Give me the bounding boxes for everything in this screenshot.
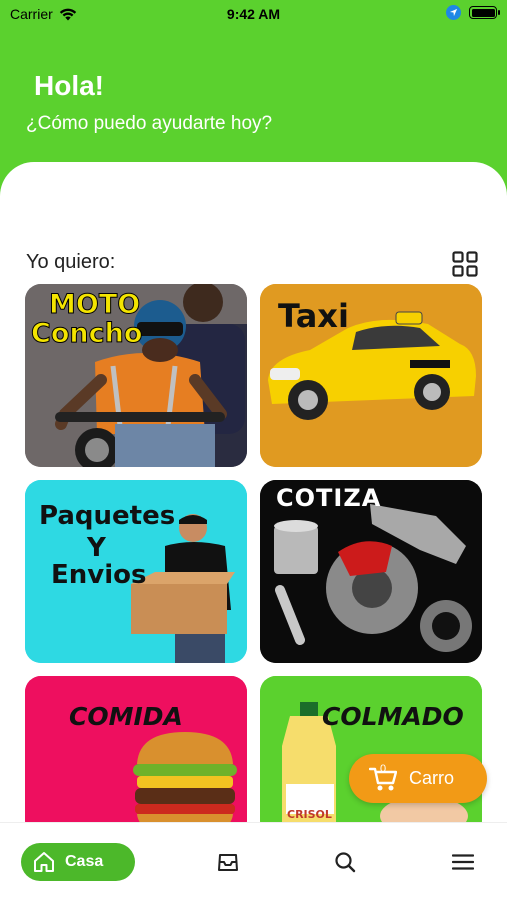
nav-home-button[interactable]: Casa (21, 843, 135, 881)
tile-cotiza[interactable]: COTIZA (260, 480, 482, 663)
tile-label-cotiza: COTIZA (276, 484, 382, 512)
tile-label-y: Y (87, 533, 106, 563)
search-icon[interactable] (334, 851, 356, 873)
nav-home-label: Casa (65, 853, 104, 870)
menu-icon[interactable] (452, 851, 474, 873)
location-icon (446, 5, 461, 20)
bottom-nav: Casa (0, 822, 507, 900)
product-label-crisol: CRISOL (287, 808, 332, 821)
section-title: Yo quiero: (26, 251, 116, 273)
burger-illustration (25, 676, 247, 836)
status-bar: Carrier 9:42 AM (0, 0, 507, 28)
tile-comida[interactable]: COMIDA (25, 676, 247, 836)
tile-label-colmado: COLMADO (322, 702, 464, 731)
tile-label-comida: COMIDA (69, 702, 183, 731)
tile-label-taxi: Taxi (278, 297, 349, 335)
greeting-title: Hola! (34, 70, 104, 101)
cart-count-badge: 0 (380, 762, 387, 775)
cart-button[interactable]: 0 Carro (349, 754, 487, 803)
tile-moto-concho[interactable]: MOTO Concho (25, 284, 247, 467)
tile-label-moto: MOTO (48, 289, 141, 320)
inbox-icon[interactable] (217, 851, 239, 873)
tile-paquetes-envios[interactable]: Paquetes Y Envios (25, 480, 247, 663)
tile-label-concho: Concho (30, 318, 143, 349)
status-right (446, 5, 500, 20)
cart-icon: 0 (368, 762, 398, 792)
status-time: 9:42 AM (226, 6, 281, 22)
grid-view-icon[interactable] (452, 251, 478, 277)
home-icon (34, 852, 54, 872)
tile-taxi[interactable]: Taxi (260, 284, 482, 467)
battery-icon (469, 6, 500, 19)
tile-label-envios: Envios (51, 560, 147, 590)
greeting-subtitle: ¿Cómo puedo ayudarte hoy? (26, 113, 273, 134)
tile-label-paquetes: Paquetes (39, 501, 176, 531)
cart-label: Carro (409, 768, 455, 788)
